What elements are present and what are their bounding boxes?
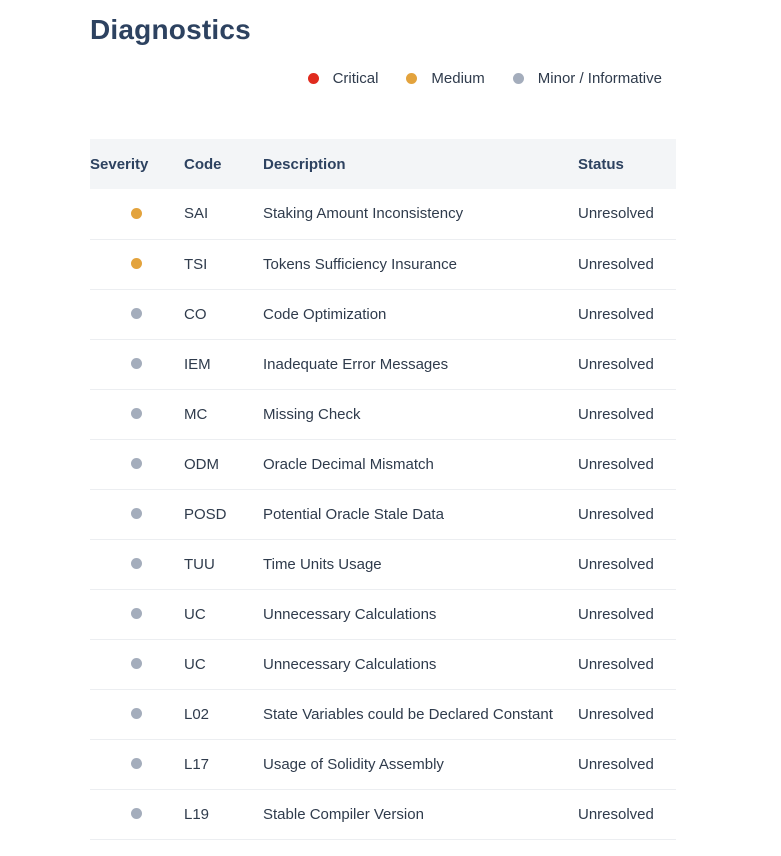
severity-dot-icon <box>130 308 142 320</box>
status-cell: Unresolved <box>578 255 654 273</box>
code-cell: TSI <box>184 255 208 273</box>
severity-dot-icon <box>130 508 142 520</box>
table-row: ODM Oracle Decimal Mismatch Unresolved <box>90 439 676 489</box>
legend-item-critical: Critical <box>307 70 379 87</box>
legend-item-medium: Medium <box>406 70 485 87</box>
header-severity: Severity <box>90 155 149 173</box>
code-cell: UC <box>184 605 206 623</box>
severity-dot-icon <box>130 658 142 670</box>
severity-dot-icon <box>130 358 142 370</box>
table-header: Severity Code Description Status <box>90 139 676 189</box>
severity-dot-icon <box>130 258 142 270</box>
description-cell: Missing Check <box>263 405 361 423</box>
table-row: UC Unnecessary Calculations Unresolved <box>90 639 676 689</box>
code-cell: POSD <box>184 505 227 523</box>
header-description: Description <box>263 155 346 173</box>
severity-cell <box>90 539 184 589</box>
severity-dot-icon <box>130 408 142 420</box>
severity-dot-icon <box>130 558 142 570</box>
status-cell: Unresolved <box>578 605 654 623</box>
critical-dot-icon <box>307 73 319 84</box>
table-row: L02 State Variables could be Declared Con… <box>90 689 676 739</box>
status-cell: Unresolved <box>578 305 654 323</box>
description-cell: Stable Compiler Version <box>263 805 424 823</box>
severity-cell <box>90 489 184 539</box>
medium-dot-icon <box>406 73 418 84</box>
status-cell: Unresolved <box>578 405 654 423</box>
code-cell: L19 <box>184 805 210 823</box>
severity-dot-icon <box>130 608 142 620</box>
legend-label-minor: Minor / Informative <box>537 70 662 87</box>
severity-cell <box>90 739 184 789</box>
code-cell: MC <box>184 405 208 423</box>
legend-label-medium: Medium <box>431 70 485 87</box>
status-cell: Unresolved <box>578 705 654 723</box>
description-cell: State Variables could be Declared Consta… <box>263 705 553 723</box>
status-cell: Unresolved <box>578 205 654 223</box>
code-cell: IEM <box>184 355 211 373</box>
code-cell: L17 <box>184 755 210 773</box>
status-cell: Unresolved <box>578 805 654 823</box>
severity-cell <box>90 639 184 689</box>
legend-label-critical: Critical <box>332 70 379 87</box>
code-cell: ODM <box>184 455 219 473</box>
table-row: CO Code Optimization Unresolved <box>90 289 676 339</box>
description-cell: Tokens Sufficiency Insurance <box>263 255 457 273</box>
description-cell: Inadequate Error Messages <box>263 355 449 373</box>
description-cell: Code Optimization <box>263 305 387 323</box>
table-row: MC Missing Check Unresolved <box>90 389 676 439</box>
header-row: Severity Code Description Status <box>90 139 676 189</box>
table-row: UC Unnecessary Calculations Unresolved <box>90 589 676 639</box>
header-code: Code <box>184 155 222 173</box>
code-cell: CO <box>184 305 207 323</box>
legend-item-minor: Minor / Informative <box>512 70 662 87</box>
status-cell: Unresolved <box>578 555 654 573</box>
code-cell: UC <box>184 655 206 673</box>
severity-cell <box>90 689 184 739</box>
severity-dot-icon <box>130 808 142 820</box>
description-cell: Time Units Usage <box>263 555 382 573</box>
severity-cell <box>90 289 184 339</box>
severity-dot-icon <box>130 758 142 770</box>
diagnostics-page: Diagnostics Critical Medium Minor / Info… <box>0 0 781 856</box>
severity-cell <box>90 389 184 439</box>
table-row: L19 Stable Compiler Version Unresolved <box>90 789 676 839</box>
status-cell: Unresolved <box>578 755 654 773</box>
severity-cell <box>90 589 184 639</box>
description-cell: Usage of Solidity Assembly <box>263 755 444 773</box>
table-row: IEM Inadequate Error Messages Unresolved <box>90 339 676 389</box>
description-cell: Staking Amount Inconsistency <box>263 205 464 223</box>
table-row: L17 Usage of Solidity Assembly Unresolved <box>90 739 676 789</box>
description-cell: Oracle Decimal Mismatch <box>263 455 434 473</box>
status-cell: Unresolved <box>578 455 654 473</box>
code-cell: L02 <box>184 705 210 723</box>
status-cell: Unresolved <box>578 355 654 373</box>
severity-dot-icon <box>130 458 142 470</box>
code-cell: TUU <box>184 555 215 573</box>
status-cell: Unresolved <box>578 505 654 523</box>
severity-cell <box>90 189 184 239</box>
code-cell: SAI <box>184 205 209 223</box>
severity-cell <box>90 339 184 389</box>
header-status: Status <box>578 155 624 173</box>
severity-cell <box>90 789 184 839</box>
severity-dot-icon <box>130 207 142 219</box>
table-row: TSI Tokens Sufficiency Insurance Unresolve… <box>90 239 676 289</box>
description-cell: Unnecessary Calculations <box>263 655 437 673</box>
diagnostics-table: Severity Code Description Status SAI Stak… <box>90 139 676 840</box>
table-body: SAI Staking Amount Inconsistency Unresolve… <box>90 189 676 839</box>
severity-dot-icon <box>130 708 142 720</box>
table-row: SAI Staking Amount Inconsistency Unresolve… <box>90 189 676 239</box>
description-cell: Unnecessary Calculations <box>263 605 437 623</box>
severity-cell <box>90 239 184 289</box>
description-cell: Potential Oracle Stale Data <box>263 505 444 523</box>
severity-cell <box>90 439 184 489</box>
table-row: TUU Time Units Usage Unresolved <box>90 539 676 589</box>
minor-dot-icon <box>512 73 524 84</box>
severity-legend: Critical Medium Minor / Informative <box>307 70 662 87</box>
table-row: POSD Potential Oracle Stale Data Unresolve… <box>90 489 676 539</box>
page-title: Diagnostics <box>90 14 251 45</box>
status-cell: Unresolved <box>578 655 654 673</box>
